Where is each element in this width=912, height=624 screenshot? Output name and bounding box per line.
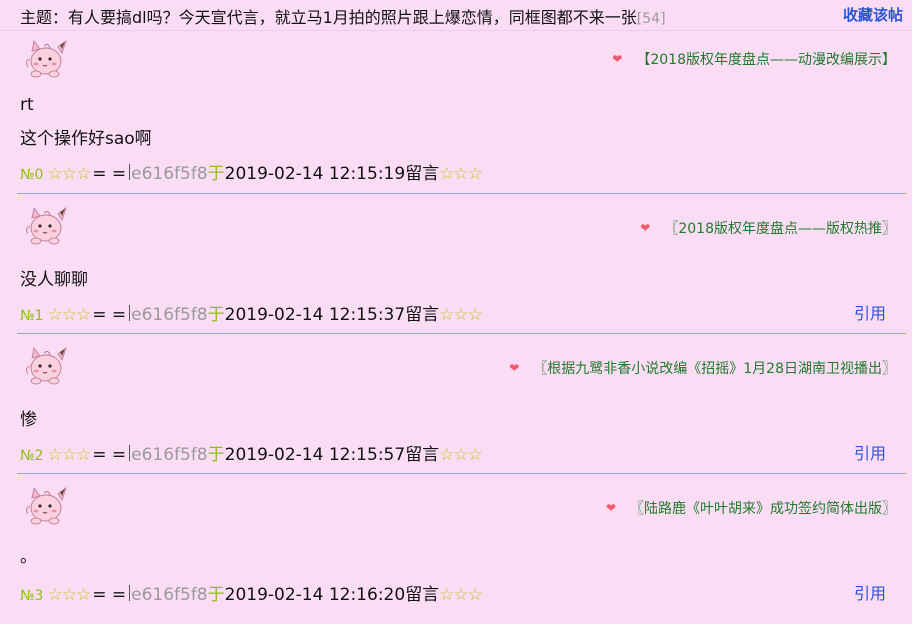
clefairy-avatar-icon (22, 37, 68, 79)
heart-icon: ❤ (509, 361, 520, 375)
separator (129, 304, 131, 321)
clefairy-avatar-icon (22, 484, 68, 526)
author-name: = = (92, 445, 127, 465)
post-line: 没人聊聊 (20, 270, 88, 290)
post-line: 这个操作好sao啊 (20, 129, 152, 149)
author-name: = = (92, 585, 127, 605)
post-meta: №0 ☆☆☆ = = e616f5f8 于 2019-02-14 12:15:1… (20, 159, 483, 184)
separator (129, 163, 131, 180)
stars-left: ☆☆☆ (47, 164, 91, 184)
post-3: ❤ 〖陆路鹿《叶叶胡来》成功签约简体出版〗 。 №3 ☆☆☆ = = e616f… (0, 474, 912, 614)
stars-left: ☆☆☆ (47, 445, 91, 465)
post-content: 没人聊聊 (20, 269, 88, 291)
ad-link[interactable]: ❤ 〖2018版权年度盘点——版权热推〗 (640, 218, 896, 238)
clefairy-avatar-icon (22, 204, 68, 246)
post-time: 2019-02-14 12:15:57 (224, 445, 406, 465)
heart-icon: ❤ (612, 52, 623, 66)
post-time: 2019-02-14 12:15:37 (224, 305, 406, 325)
ad-text: 〖2018版权年度盘点——版权热推〗 (664, 221, 896, 237)
ad-link[interactable]: ❤ 〖根据九鹭非香小说改编《招摇》1月28日湖南卫视播出〗 (509, 358, 896, 378)
author-name: = = (92, 305, 127, 325)
post-number: №3 (20, 588, 44, 604)
topic-header: 主题：有人要搞dl吗？今天宣代言，就立马1月拍的照片跟上爆恋情，同框图都不来一张… (0, 0, 912, 31)
heart-icon: ❤ (640, 221, 651, 235)
message-label: 留言 (405, 585, 440, 605)
at-label: 于 (207, 585, 225, 605)
ad-link[interactable]: ❤ 〖陆路鹿《叶叶胡来》成功签约简体出版〗 (606, 498, 896, 518)
message-label: 留言 (405, 305, 440, 325)
post-content: 惨 (20, 409, 37, 431)
ad-text: 〖陆路鹿《叶叶胡来》成功签约简体出版〗 (630, 501, 896, 517)
post-0: ❤ 【2018版权年度盘点——动漫改编展示】 rt 这个操作好sao啊 №0 ☆… (0, 31, 912, 194)
heart-icon: ❤ (605, 501, 616, 515)
message-label: 留言 (405, 445, 440, 465)
post-1: ❤ 〖2018版权年度盘点——版权热推〗 没人聊聊 №1 ☆☆☆ = = e61… (0, 194, 912, 334)
post-line: 。 (20, 547, 37, 567)
topic-title-text: 主题：有人要搞dl吗？今天宣代言，就立马1月拍的照片跟上爆恋情，同框图都不来一张 (20, 8, 637, 27)
post-number: №0 (20, 167, 44, 183)
stars-right: ☆☆☆ (439, 164, 483, 184)
post-line: rt (20, 95, 34, 115)
ad-text: 〖根据九鹭非香小说改编《招摇》1月28日湖南卫视播出〗 (533, 361, 896, 377)
post-time: 2019-02-14 12:16:20 (224, 585, 406, 605)
quote-button[interactable]: 引用 (854, 440, 886, 464)
stars-left: ☆☆☆ (47, 585, 91, 605)
stars-right: ☆☆☆ (439, 445, 483, 465)
post-time: 2019-02-14 12:15:19 (224, 164, 406, 184)
clefairy-avatar-icon (22, 344, 68, 386)
favorite-thread-link[interactable]: 收藏该帖 (843, 4, 903, 25)
topic-title: 主题：有人要搞dl吗？今天宣代言，就立马1月拍的照片跟上爆恋情，同框图都不来一张… (20, 4, 666, 28)
ad-link[interactable]: ❤ 【2018版权年度盘点——动漫改编展示】 (612, 49, 896, 69)
message-label: 留言 (405, 164, 440, 184)
stars-right: ☆☆☆ (439, 305, 483, 325)
user-id: e616f5f8 (131, 164, 208, 184)
post-number: №1 (20, 308, 44, 324)
post-number: №2 (20, 448, 44, 464)
separator (129, 444, 131, 461)
post-meta: №1 ☆☆☆ = = e616f5f8 于 2019-02-14 12:15:3… (20, 300, 483, 325)
user-id: e616f5f8 (131, 305, 208, 325)
post-content: 。 (20, 546, 37, 568)
at-label: 于 (207, 305, 225, 325)
post-line: 惨 (20, 410, 37, 430)
quote-button[interactable]: 引用 (854, 580, 886, 604)
at-label: 于 (207, 164, 225, 184)
quote-button[interactable]: 引用 (854, 300, 886, 324)
author-name: = = (92, 164, 127, 184)
separator (129, 584, 131, 601)
post-2: ❤ 〖根据九鹭非香小说改编《招摇》1月28日湖南卫视播出〗 惨 №2 ☆☆☆ =… (0, 334, 912, 474)
stars-left: ☆☆☆ (47, 305, 91, 325)
user-id: e616f5f8 (131, 445, 208, 465)
post-meta: №3 ☆☆☆ = = e616f5f8 于 2019-02-14 12:16:2… (20, 580, 483, 605)
reply-count: [54] (636, 11, 666, 27)
ad-text: 【2018版权年度盘点——动漫改编展示】 (636, 52, 896, 68)
at-label: 于 (207, 445, 225, 465)
post-meta: №2 ☆☆☆ = = e616f5f8 于 2019-02-14 12:15:5… (20, 440, 483, 465)
stars-right: ☆☆☆ (439, 585, 483, 605)
user-id: e616f5f8 (131, 585, 208, 605)
post-content: rt 这个操作好sao啊 (20, 94, 152, 150)
